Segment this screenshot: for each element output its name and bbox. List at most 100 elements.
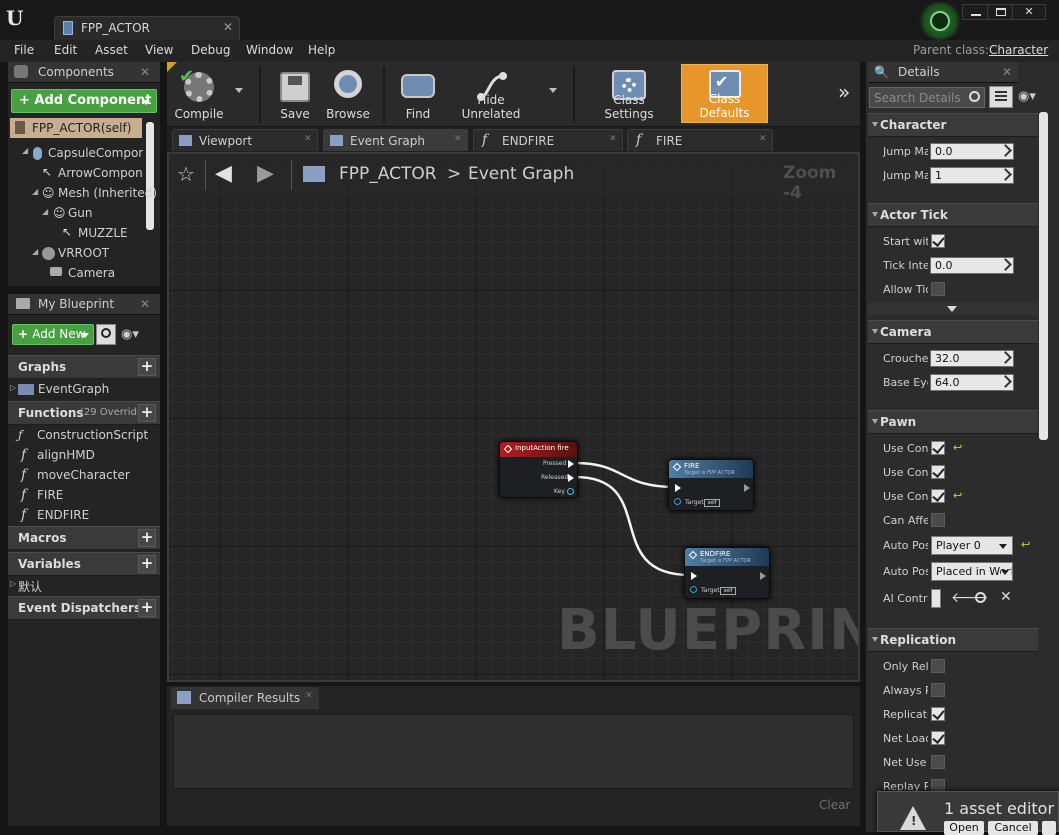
compiler-output-area[interactable] [173,714,854,789]
compiler-results-icon [177,691,191,704]
dropdown-auto-possess-ai[interactable]: Placed in World [931,562,1013,581]
compiler-results-title: Compiler Results [199,691,301,705]
compiler-results-panel: Compiler Results ✕ Clear [167,686,860,826]
pin-endfire-exec-in[interactable] [691,572,697,580]
prop-use-controller-pitch: Use Controller Rotation Pitch [883,442,928,455]
list-icon [995,91,1007,103]
field-jump-max-count-value: 1 [935,169,942,182]
reset-to-default-icon[interactable]: ↩ [953,441,962,454]
checkbox-net-load-on-client[interactable] [931,731,945,745]
dropdown-ai-controller-class[interactable] [931,589,941,608]
field-tick-interval[interactable]: 0.0 [930,257,1014,274]
field-crouched-eye-height-value: 32.0 [935,352,960,365]
checkbox-allow-tick[interactable] [931,282,945,296]
section-character[interactable]: Character [868,113,1038,137]
field-crouched-eye-height[interactable]: 32.0 [930,350,1014,367]
pin-fire-exec-in[interactable] [675,484,681,492]
pin-released-label: Released [541,474,569,481]
node-endfire-title: ENDFIRE [700,550,731,558]
clear-x-icon[interactable]: ✕ [1000,589,1012,605]
details-icon: 🔍 [874,65,889,79]
clear-button[interactable]: Clear [819,798,850,812]
spin-arrows-icon[interactable] [999,351,1012,364]
field-jump-max-hold-time-value: 0.0 [935,145,953,158]
checkbox-use-controller-yaw[interactable] [931,465,945,479]
node-endfire[interactable]: ENDFIRE Target is FPP ACTOR Target self [684,547,770,599]
details-title: Details [898,65,940,79]
warning-icon: ! [900,806,926,830]
prop-base-eye-height: Base Eye Height [883,376,928,389]
spin-arrows-icon[interactable] [999,144,1012,157]
function-node-icon [688,550,698,560]
pin-endfire-target-label: Target [701,587,720,594]
chevron-down-icon [999,544,1007,549]
prop-auto-possess-player: Auto Possess Player [883,539,928,552]
section-actor-tick[interactable]: Actor Tick [868,203,1038,227]
dropdown-auto-possess-player[interactable]: Player 0 [931,536,1013,555]
node-endfire-header: ENDFIRE Target is FPP ACTOR [685,548,769,566]
field-jump-max-hold-time[interactable]: 0.0 [930,143,1014,160]
reset-to-default-icon[interactable]: ↩ [953,489,962,502]
section-camera-label: Camera [880,325,932,339]
node-fire[interactable]: FIRE Target is FPP ACTOR Target self [668,459,754,511]
prop-can-affect-navigation: Can Affect Navigation Generation [883,514,928,527]
details-close-icon[interactable]: ✕ [1002,65,1012,79]
advanced-expander[interactable] [868,303,1038,315]
pin-pressed[interactable] [568,460,574,468]
prop-auto-possess-ai: Auto Possess AI [883,565,928,578]
prop-tick-interval: Tick Interval [883,259,928,272]
reset-to-default-icon[interactable]: ↩ [1021,538,1030,551]
prop-use-controller-yaw: Use Controller Rotation Yaw [883,466,928,479]
checkbox-always-relevant[interactable] [931,683,945,697]
notification-extra-button[interactable] [1042,821,1056,835]
search-icon [969,91,980,102]
checkbox-use-controller-roll[interactable] [931,489,945,503]
pin-fire-target-value: self [704,499,720,507]
pin-released[interactable] [568,474,574,482]
spin-arrows-icon[interactable] [999,168,1012,181]
details-eye-icon[interactable]: ◉▾ [1018,89,1036,104]
prop-jump-max-hold-time: Jump Max Hold Time [883,145,928,158]
prop-use-controller-roll: Use Controller Rotation Roll [883,490,928,503]
notification-open-label: Open [949,821,979,834]
compiler-close-icon[interactable]: ✕ [305,691,313,701]
details-search-input[interactable]: Search Details [869,87,985,108]
checkbox-use-controller-pitch[interactable] [931,441,945,455]
browse-magnifier-icon[interactable] [975,592,986,603]
spin-arrows-icon[interactable] [999,375,1012,388]
prop-crouched-eye-height: Crouched Eye Height [883,352,928,365]
prop-net-load-on-client: Net Load on Client [883,732,928,745]
notification-open-button[interactable]: Open [944,821,984,835]
field-base-eye-height[interactable]: 64.0 [930,374,1014,391]
checkbox-only-relevant-to-owner[interactable] [931,659,945,673]
field-base-eye-height-value: 64.0 [935,376,960,389]
prop-start-with-tick: Start with Tick Enabled [883,235,928,248]
checkbox-start-with-tick[interactable] [931,234,945,248]
section-replication-label: Replication [880,633,957,647]
pin-endfire-exec-out[interactable] [760,572,766,580]
property-matrix-button[interactable] [989,86,1013,108]
checkbox-net-use-owner-relevancy[interactable] [931,755,945,769]
pin-key[interactable] [567,488,574,495]
node-inputaction-fire[interactable]: InputAction fire Pressed Released Key [499,441,578,498]
checkbox-can-affect-navigation[interactable] [931,513,945,527]
pin-fire-target[interactable] [674,498,681,505]
spin-arrows-icon[interactable] [999,258,1012,271]
compiler-results-tab[interactable]: Compiler Results ✕ [171,687,319,709]
notification-cancel-button[interactable]: Cancel [988,821,1038,835]
section-camera[interactable]: Camera [868,320,1038,344]
section-character-label: Character [880,118,947,132]
node-fire-header: FIRE Target is FPP ACTOR [669,460,753,478]
field-jump-max-count[interactable]: 1 [930,167,1014,184]
prop-allow-tick: Allow Tick Before BeginPlay [883,283,928,296]
node-fire-subtitle: Target is FPP ACTOR [684,470,735,476]
details-scrollbar[interactable] [1039,112,1048,440]
section-pawn[interactable]: Pawn [868,410,1038,434]
checkbox-replicate-movement[interactable] [931,707,945,721]
section-replication[interactable]: Replication [868,628,1038,652]
pin-endfire-target[interactable] [690,586,697,593]
pin-key-label: Key [554,488,565,495]
section-pawn-label: Pawn [880,415,917,429]
node-inputaction-title: InputAction fire [515,444,569,452]
pin-fire-exec-out[interactable] [744,484,750,492]
